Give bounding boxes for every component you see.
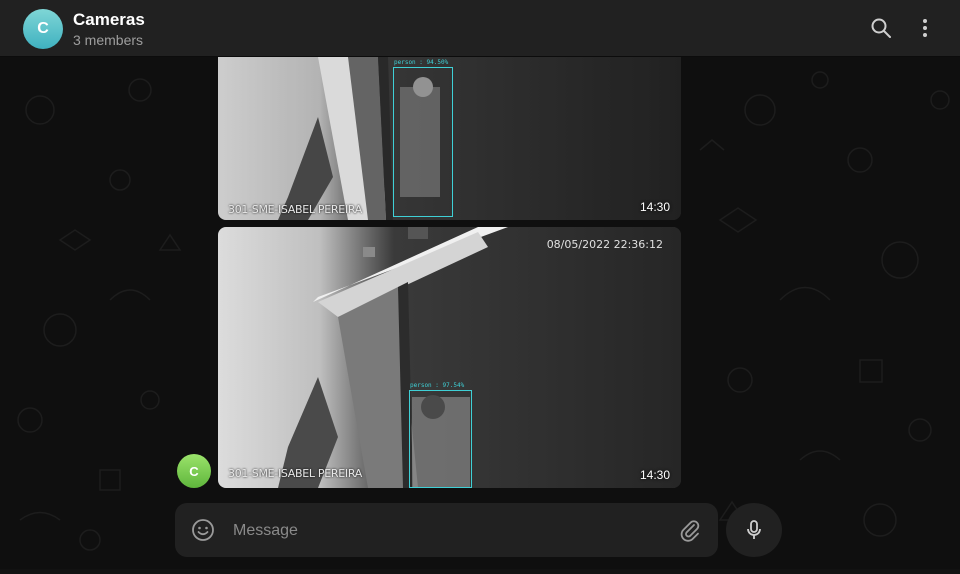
camera-photo-message[interactable]: person : 94.50% 301-SME-ISABEL PEREIRA 1… [218, 57, 681, 220]
message-time: 14:30 [639, 468, 670, 482]
chat-title[interactable]: Cameras [73, 10, 145, 30]
sender-avatar-letter: C [189, 463, 199, 479]
message-composer [175, 503, 718, 557]
member-count: 3 members [73, 32, 144, 48]
camera-label: 301-SME-ISABEL PEREIRA [228, 467, 362, 480]
camera-timestamp: 08/05/2022 22:36:12 [546, 238, 663, 251]
detection-box [393, 67, 453, 217]
attach-icon[interactable] [678, 518, 702, 542]
message-input[interactable] [231, 518, 655, 544]
detection-box [409, 390, 472, 488]
group-avatar[interactable]: C [23, 9, 63, 49]
camera-photo-message[interactable]: 08/05/2022 22:36:12 person : 97.54% 301-… [218, 227, 681, 488]
detection-label: person : 97.54% [410, 382, 465, 389]
camera-label: 301-SME-ISABEL PEREIRA [228, 203, 362, 216]
microphone-icon [747, 520, 761, 539]
detection-label: person : 94.50% [394, 59, 449, 66]
sender-avatar[interactable]: C [177, 454, 211, 488]
message-time: 14:30 [639, 200, 670, 214]
chat-header: C Cameras 3 members [0, 0, 960, 57]
avatar-letter: C [37, 20, 49, 37]
search-icon[interactable] [869, 16, 893, 40]
more-vertical-icon[interactable] [913, 16, 937, 40]
microphone-button[interactable] [726, 503, 782, 557]
emoji-icon[interactable] [191, 518, 215, 542]
